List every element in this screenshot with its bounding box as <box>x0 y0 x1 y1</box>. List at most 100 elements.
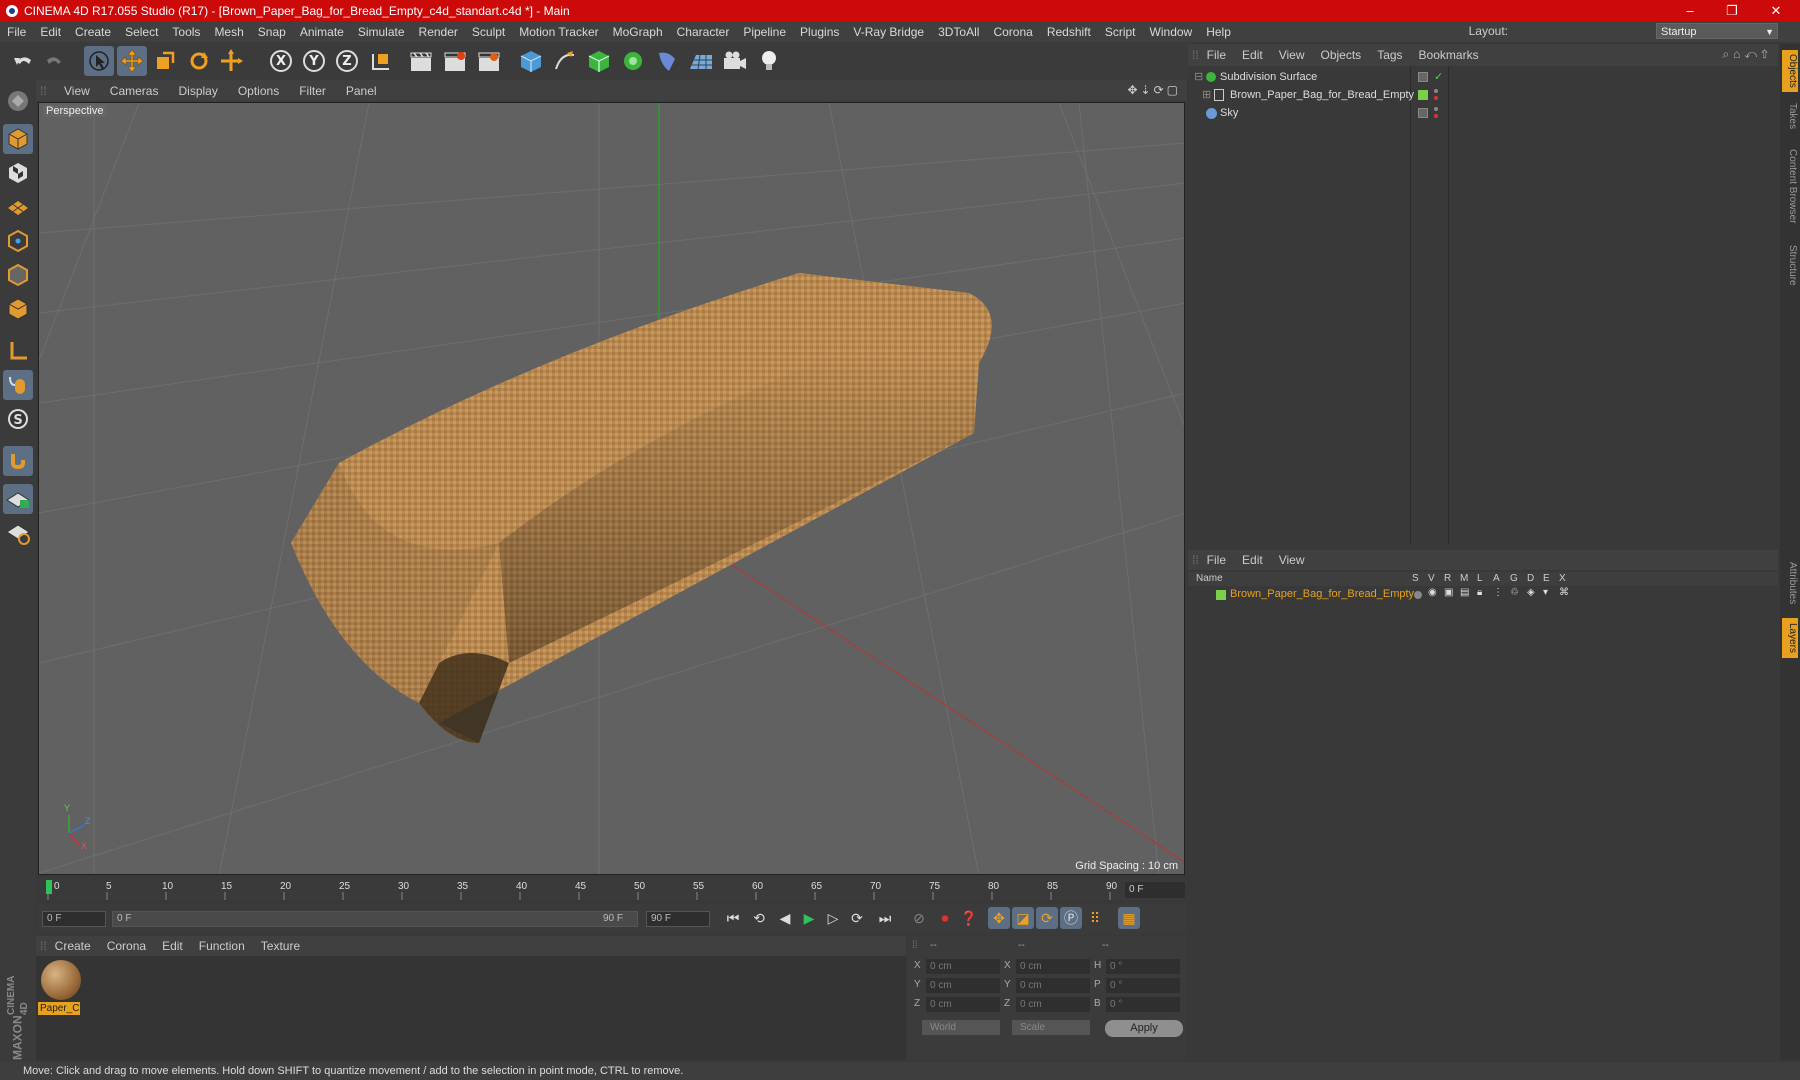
x-axis-lock-button[interactable]: X <box>266 46 296 76</box>
xref-icon[interactable]: ⌘ <box>1559 587 1569 598</box>
position-z-field[interactable]: 0 cm <box>926 997 1000 1012</box>
3d-viewport[interactable]: Y Z X Perspective Grid Spacing : 10 cm <box>38 102 1185 875</box>
rotation-p-field[interactable]: 0 ° <box>1106 978 1180 993</box>
z-axis-lock-button[interactable]: Z <box>332 46 362 76</box>
key-scale-button[interactable]: ◪ <box>1012 907 1034 929</box>
material-swatch[interactable]: Paper_C <box>36 956 86 1018</box>
search-home-icons[interactable]: ⌕⌂↶⇧ <box>1722 47 1772 62</box>
render-picture-viewer-button[interactable] <box>440 46 470 76</box>
render-view-button[interactable] <box>406 46 436 76</box>
maximize-button[interactable]: ❐ <box>1712 0 1752 21</box>
scale-tool-button[interactable] <box>150 46 180 76</box>
viewport-menu-filter[interactable]: Filter <box>289 84 336 98</box>
col-e[interactable]: E <box>1543 573 1550 584</box>
viewport-menu-cameras[interactable]: Cameras <box>100 84 169 98</box>
col-g[interactable]: G <box>1510 573 1518 584</box>
tab-content-browser[interactable]: Content Browser <box>1782 140 1798 232</box>
make-editable-button[interactable] <box>3 86 33 116</box>
size-x-field[interactable]: 0 cm <box>1016 959 1090 974</box>
layer-color-icon[interactable] <box>1418 90 1428 100</box>
layers-menu-edit[interactable]: Edit <box>1234 553 1271 567</box>
current-frame-field[interactable]: 0 F <box>1125 882 1185 898</box>
move-tool-button[interactable] <box>117 46 147 76</box>
menu-plugins[interactable]: Plugins <box>793 25 846 39</box>
col-r[interactable]: R <box>1444 573 1451 584</box>
lock-icon[interactable]: 🔒︎ <box>1477 587 1482 598</box>
tree-toggle-icon[interactable]: ⊞ <box>1202 86 1211 104</box>
prev-frame-button[interactable]: ◀ <box>774 907 796 929</box>
viewport-menu-view[interactable]: View <box>54 84 100 98</box>
live-selection-button[interactable] <box>216 46 246 76</box>
add-spline-button[interactable] <box>550 46 580 76</box>
key-parameter-button[interactable]: Ⓟ <box>1060 907 1082 929</box>
col-s[interactable]: S <box>1412 573 1419 584</box>
object-row[interactable]: ⊟ Subdivision Surface ✓ <box>1188 68 1778 86</box>
tab-layers[interactable]: Layers <box>1782 618 1798 658</box>
goto-end-button[interactable]: ⏭ <box>874 907 896 929</box>
layers-menu-view[interactable]: View <box>1271 553 1313 567</box>
polygons-mode-button[interactable] <box>3 294 33 324</box>
redo-button[interactable] <box>40 46 70 76</box>
add-environment-button[interactable] <box>686 46 716 76</box>
grid-lock-button[interactable] <box>3 484 33 514</box>
menu-sculpt[interactable]: Sculpt <box>465 25 512 39</box>
solo-mode-button[interactable]: S <box>3 404 33 434</box>
menu-corona[interactable]: Corona <box>986 25 1039 39</box>
size-z-field[interactable]: 0 cm <box>1016 997 1090 1012</box>
keyframe-selection-button[interactable]: ❓ <box>958 907 980 929</box>
layer-row[interactable]: Brown_Paper_Bag_for_Bread_Empty ◉ ▣ ▤ 🔒︎… <box>1188 587 1778 603</box>
tab-structure[interactable]: Structure <box>1782 240 1798 290</box>
layout-dropdown[interactable]: Startup ▼ <box>1656 23 1778 39</box>
position-y-field[interactable]: 0 cm <box>926 978 1000 993</box>
add-mograph-button[interactable] <box>618 46 648 76</box>
menu-tools[interactable]: Tools <box>165 25 207 39</box>
rotate-tool-button[interactable] <box>184 46 214 76</box>
menu-motion-tracker[interactable]: Motion Tracker <box>512 25 605 39</box>
generator-icon[interactable]: ♲ <box>1510 587 1519 598</box>
timeline-ruler[interactable]: 0 5 10 15 20 25 30 35 40 45 50 55 60 65 … <box>38 878 1186 900</box>
render-dot-icon[interactable] <box>1434 96 1438 100</box>
material-menu-function[interactable]: Function <box>191 939 253 953</box>
menu-file[interactable]: File <box>0 25 33 39</box>
end-frame-field[interactable]: 90 F <box>646 911 710 927</box>
objects-menu-view[interactable]: View <box>1271 48 1313 62</box>
render-dot-icon[interactable] <box>1434 114 1438 118</box>
add-cube-button[interactable] <box>516 46 546 76</box>
viewport-nav-icons[interactable]: ✥⇣⟳▢ <box>1127 83 1181 97</box>
visibility-dot-icon[interactable] <box>1434 107 1438 111</box>
model-mode-button[interactable] <box>3 124 33 154</box>
record-keys-button[interactable]: ⊘ <box>908 907 930 929</box>
menu-redshift[interactable]: Redshift <box>1040 25 1098 39</box>
key-rotation-button[interactable]: ⟳ <box>1036 907 1058 929</box>
object-row[interactable]: ⊞ Brown_Paper_Bag_for_Bread_Empty <box>1188 86 1778 104</box>
prev-key-button[interactable]: ⟲ <box>748 907 770 929</box>
enabled-check-icon[interactable]: ✓ <box>1434 68 1443 86</box>
object-row[interactable]: Sky <box>1188 104 1778 122</box>
add-subdivision-button[interactable] <box>584 46 614 76</box>
menu-3dtoall[interactable]: 3DToAll <box>931 25 986 39</box>
menu-window[interactable]: Window <box>1143 25 1200 39</box>
select-tool-button[interactable] <box>84 46 114 76</box>
close-button[interactable]: ✕ <box>1756 0 1796 21</box>
apply-button[interactable]: Apply <box>1105 1020 1183 1037</box>
viewport-menu-options[interactable]: Options <box>228 84 289 98</box>
key-pla-button[interactable]: ⠿ <box>1084 907 1106 929</box>
menu-script[interactable]: Script <box>1098 25 1143 39</box>
points-mode-button[interactable] <box>3 226 33 256</box>
solo-dot-icon[interactable] <box>1414 591 1422 599</box>
col-v[interactable]: V <box>1428 573 1435 584</box>
play-button[interactable]: ▶ <box>798 907 820 929</box>
preview-range-slider[interactable]: 0 F 90 F <box>112 911 638 927</box>
col-a[interactable]: A <box>1493 573 1500 584</box>
position-x-field[interactable]: 0 cm <box>926 959 1000 974</box>
expression-icon[interactable]: ▾ <box>1543 587 1548 598</box>
menu-create[interactable]: Create <box>68 25 118 39</box>
col-d[interactable]: D <box>1527 573 1534 584</box>
objects-menu-file[interactable]: File <box>1199 48 1234 62</box>
key-position-button[interactable]: ✥ <box>988 907 1010 929</box>
objects-menu-objects[interactable]: Objects <box>1313 48 1370 62</box>
tweak-mode-button[interactable] <box>3 370 33 400</box>
objects-menu-edit[interactable]: Edit <box>1234 48 1271 62</box>
edges-mode-button[interactable] <box>3 260 33 290</box>
workplane-mode-button[interactable] <box>3 190 33 220</box>
